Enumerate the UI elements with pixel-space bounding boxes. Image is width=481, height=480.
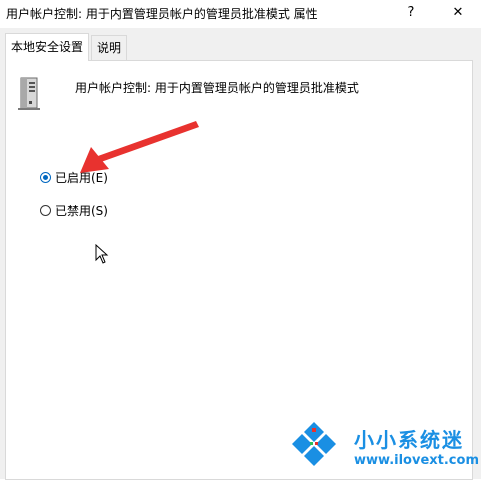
- enabled-radio[interactable]: [40, 171, 51, 183]
- title-bar: 用户帐户控制: 用于内置管理员帐户的管理员批准模式 属性 ? ✕: [0, 0, 481, 28]
- window-title: 用户帐户控制: 用于内置管理员帐户的管理员批准模式 属性: [6, 7, 318, 21]
- tab-panel: [5, 60, 473, 480]
- watermark-logo-icon: [292, 422, 336, 466]
- watermark-name: 小小系统迷: [354, 428, 464, 452]
- mouse-cursor-icon: [95, 244, 109, 264]
- help-button[interactable]: ?: [400, 3, 422, 23]
- disabled-radio[interactable]: [40, 204, 51, 216]
- disabled-label[interactable]: 已禁用(S): [55, 202, 108, 219]
- server-policy-icon: [18, 77, 40, 110]
- watermark: 小小系统迷 www.ilovext.com: [290, 420, 480, 476]
- tab-local-security-setting[interactable]: 本地安全设置: [5, 33, 90, 61]
- enabled-option[interactable]: 已启用(E): [40, 169, 108, 185]
- tab-explain[interactable]: 说明: [91, 35, 128, 60]
- close-button[interactable]: ✕: [447, 3, 469, 23]
- enabled-label[interactable]: 已启用(E): [55, 169, 108, 186]
- watermark-url: www.ilovext.com: [354, 453, 479, 468]
- disabled-option[interactable]: 已禁用(S): [40, 202, 108, 218]
- policy-name: 用户帐户控制: 用于内置管理员帐户的管理员批准模式: [75, 81, 359, 95]
